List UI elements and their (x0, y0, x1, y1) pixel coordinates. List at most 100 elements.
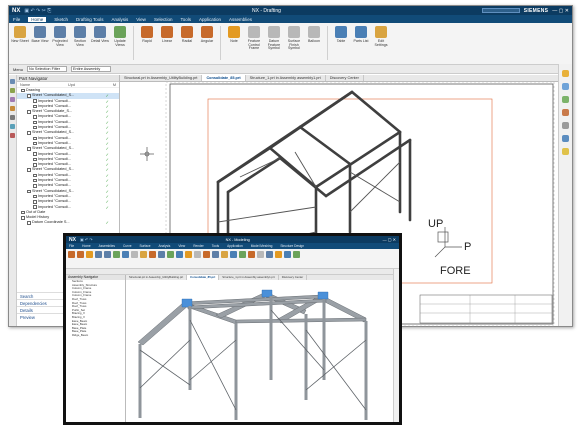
selection-scope[interactable]: Entire Assembly (71, 66, 112, 72)
ribbon-button-icon[interactable] (77, 251, 84, 258)
menu-item-selection[interactable]: Selection (154, 17, 173, 22)
menu-item-home[interactable]: Home (28, 16, 47, 22)
assembly-navigator-icon[interactable] (10, 88, 15, 93)
ribbon-button-icon[interactable] (113, 251, 120, 258)
checkbox[interactable] (33, 184, 37, 188)
checkbox[interactable] (33, 178, 37, 183)
search-box[interactable] (481, 8, 520, 13)
process-studio-icon[interactable] (562, 122, 569, 129)
ribbon-button-feature-control-frame[interactable]: Feature Control Frame (245, 26, 263, 51)
selection-filter[interactable]: No Selection Filter (27, 66, 68, 72)
menu-item-curve[interactable]: Curve (123, 244, 132, 248)
menu-item-surface[interactable]: Surface (139, 244, 150, 248)
quick-access-icons[interactable]: ▣ ↶ ↷ ✂ ⎘ (24, 8, 51, 14)
menu-item-tools[interactable]: Tools (180, 17, 191, 22)
reuse-library-icon[interactable] (562, 148, 569, 155)
menu-item-application[interactable]: Application (227, 244, 243, 248)
checkbox[interactable] (33, 104, 37, 109)
checkbox[interactable] (33, 141, 37, 146)
checkbox[interactable] (33, 136, 37, 141)
ribbon-button-icon[interactable] (131, 251, 138, 258)
menu-item-assemblies[interactable]: Assemblies (229, 17, 252, 22)
ribbon-button-icon[interactable] (95, 251, 102, 258)
menu-item-model-meshing[interactable]: Model Meshing (251, 244, 273, 248)
checkbox[interactable] (27, 131, 31, 135)
roles-icon[interactable] (10, 133, 15, 138)
menu-item-assemblies[interactable]: Assemblies (99, 244, 115, 248)
ribbon-button-icon[interactable] (212, 251, 219, 258)
window-controls-2[interactable]: — ▢ ✕ (383, 237, 396, 242)
ribbon-button-radial[interactable]: Radial (178, 26, 196, 44)
ribbon-button-icon[interactable] (203, 251, 210, 258)
manufacturing-wizard-icon[interactable] (562, 135, 569, 142)
ribbon-button-note[interactable]: Note (225, 26, 243, 44)
checkbox[interactable] (27, 147, 31, 151)
checkbox[interactable] (33, 157, 37, 162)
menu-item-home[interactable]: Home (82, 244, 91, 248)
ribbon-button-projected-view[interactable]: Projected View (51, 26, 69, 47)
checkbox[interactable] (21, 88, 25, 93)
ribbon-button-table[interactable]: Table (332, 26, 350, 44)
checkbox[interactable] (27, 189, 31, 194)
checkbox[interactable] (33, 205, 37, 209)
menu-item-render[interactable]: Render (193, 244, 203, 248)
menu-item-file[interactable]: File (69, 244, 74, 248)
ribbon-button-icon[interactable] (149, 251, 156, 258)
ribbon-button-icon[interactable] (284, 251, 291, 258)
menu-item-file[interactable]: File (13, 17, 20, 22)
checkbox[interactable] (33, 194, 37, 199)
checkbox[interactable] (33, 99, 37, 103)
checkbox[interactable] (21, 210, 25, 215)
checkbox[interactable] (33, 115, 37, 119)
ribbon-button-angular[interactable]: Angular (198, 26, 216, 44)
menu-item-application[interactable]: Application (199, 17, 221, 22)
navigator-column-header[interactable]: M (113, 82, 116, 87)
ribbon-button-parts-list[interactable]: Parts List (352, 26, 370, 44)
menu-button[interactable]: Menu (13, 67, 23, 72)
menu-item-drafting-tools[interactable]: Drafting Tools (76, 17, 103, 22)
history-icon[interactable] (562, 96, 569, 103)
ribbon-button-surface-finish-symbol[interactable]: Surface Finish Symbol (285, 26, 303, 51)
tree-row[interactable]: Datum Coordinate S... ✓ (17, 220, 119, 225)
checkbox[interactable] (33, 200, 37, 204)
ribbon-button-icon[interactable] (275, 251, 282, 258)
ribbon-button-icon[interactable] (230, 251, 237, 258)
palette-icon[interactable] (562, 70, 569, 77)
system-materials-icon[interactable] (562, 109, 569, 116)
checkbox[interactable] (21, 216, 25, 220)
ribbon-button-linear[interactable]: Linear (158, 26, 176, 44)
quick-access-icons-2[interactable]: ▣ ↶ ↷ (80, 237, 93, 242)
ribbon-button-base-view[interactable]: Base View (31, 26, 49, 44)
checkbox[interactable] (27, 221, 31, 225)
document-tab[interactable]: Consolidate_85.prt (202, 75, 246, 81)
navigator-column-header[interactable]: Name (20, 82, 30, 87)
reuse-library-icon[interactable] (10, 106, 15, 111)
ribbon-button-update-views[interactable]: Update Views (111, 26, 129, 47)
menu-item-view[interactable]: View (136, 17, 146, 22)
navigator-column-header[interactable]: Upd (68, 82, 75, 87)
ribbon-button-rapid[interactable]: Rapid (138, 26, 156, 44)
checkbox[interactable] (27, 94, 31, 98)
tree-row[interactable]: Ridge_Beam (66, 334, 125, 338)
ribbon-button-detail-view[interactable]: Detail View (91, 26, 109, 44)
checkbox[interactable] (27, 168, 31, 172)
checkbox[interactable] (33, 152, 37, 156)
ribbon-button-icon[interactable] (167, 251, 174, 258)
web-browser-icon[interactable] (10, 124, 15, 129)
constraint-navigator-icon[interactable] (10, 97, 15, 102)
ribbon-button-edit-settings[interactable]: Edit Settings (372, 26, 390, 47)
ribbon-button-icon[interactable] (68, 251, 75, 258)
menu-item-analysis[interactable]: Analysis (158, 244, 170, 248)
ribbon-button-icon[interactable] (266, 251, 273, 258)
document-tab[interactable]: Discovery Center (326, 75, 364, 81)
document-tab[interactable]: Structure_1.prt in Assembly assembly1.pr… (246, 75, 326, 81)
ribbon-button-icon[interactable] (248, 251, 255, 258)
window-controls[interactable]: — ▢ ✕ (552, 8, 569, 14)
document-tab[interactable]: Structural.prt in Assembly_UtilityBuildi… (120, 75, 203, 81)
menu-item-sketch[interactable]: Sketch (54, 17, 68, 22)
checkbox[interactable] (27, 110, 31, 114)
ribbon-button-icon[interactable] (185, 251, 192, 258)
checkbox[interactable] (33, 125, 37, 130)
ribbon-button-datum-feature-symbol[interactable]: Datum Feature Symbol (265, 26, 283, 51)
ribbon-button-icon[interactable] (104, 251, 111, 258)
